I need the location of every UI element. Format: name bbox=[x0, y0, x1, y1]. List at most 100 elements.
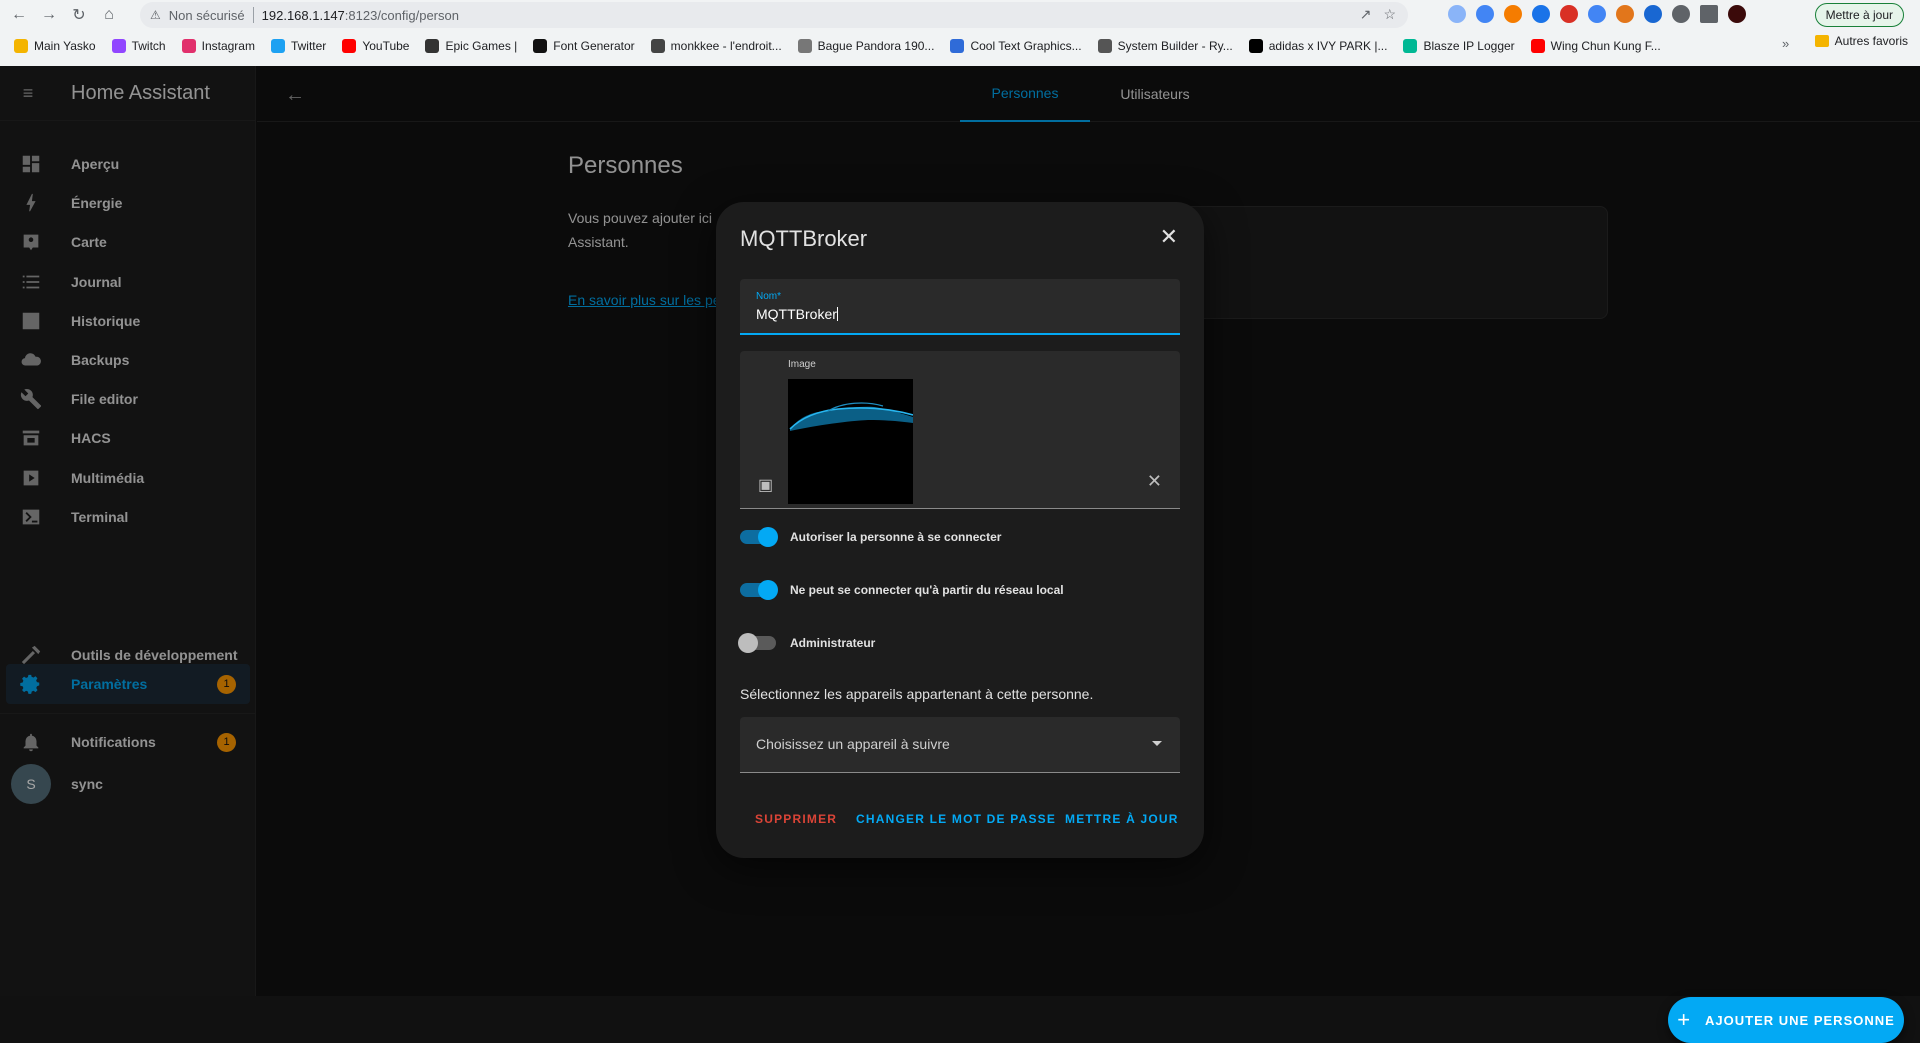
bookmark-item[interactable]: System Builder - Ry... bbox=[1097, 39, 1233, 53]
change-password-button[interactable]: CHANGER LE MOT DE PASSE bbox=[856, 812, 1056, 826]
switch-knob bbox=[738, 633, 758, 653]
toggle-login-row[interactable]: Autoriser la personne à se connecter bbox=[740, 525, 1001, 549]
bookmark-favicon-icon bbox=[1403, 39, 1418, 53]
forward-icon[interactable]: → bbox=[38, 4, 60, 26]
bookmark-label: Font Generator bbox=[553, 39, 635, 53]
dialog-actions: SUPPRIMER CHANGER LE MOT DE PASSE METTRE… bbox=[716, 802, 1204, 838]
omnibox-actions: ↗ ☆ bbox=[1360, 6, 1396, 23]
bookmarks-overflow[interactable]: » bbox=[1782, 36, 1789, 51]
bookmark-favicon-icon bbox=[1530, 39, 1545, 53]
bookmark-label: Cool Text Graphics... bbox=[970, 39, 1082, 53]
browser-update-button[interactable]: Mettre à jour bbox=[1814, 3, 1904, 27]
toggle-local-row[interactable]: Ne peut se connecter qu'à partir du rése… bbox=[740, 578, 1064, 602]
admin-switch[interactable] bbox=[738, 633, 776, 653]
extension-icon[interactable] bbox=[1532, 5, 1550, 23]
bookmarks-bar: Main Yasko Twitch Instagram Twitter YouTube E… bbox=[0, 34, 1920, 58]
bookmark-item[interactable]: YouTube bbox=[342, 39, 409, 53]
dialog-title: MQTTBroker bbox=[740, 226, 868, 251]
local-only-switch[interactable] bbox=[740, 580, 778, 600]
text-caret bbox=[836, 307, 838, 321]
bookmark-item[interactable]: Instagram bbox=[181, 39, 255, 53]
person-dialog: MQTTBroker ✕ Nom* MQTTBroker Image ▣ ✕ A… bbox=[716, 202, 1204, 858]
update-button[interactable]: METTRE À JOUR bbox=[1065, 812, 1179, 826]
admin-switch-label: Administrateur bbox=[790, 636, 876, 650]
bookmark-label: Main Yasko bbox=[34, 39, 96, 53]
bookmark-item[interactable]: Blasze IP Logger bbox=[1403, 39, 1515, 53]
star-icon[interactable]: ☆ bbox=[1383, 6, 1396, 23]
bookmark-favicon-icon bbox=[270, 39, 285, 53]
bookmark-item[interactable]: Epic Games | bbox=[425, 39, 517, 53]
bookmark-item[interactable]: Wing Chun Kung F... bbox=[1530, 39, 1661, 53]
bookmark-label: Instagram bbox=[201, 39, 255, 53]
browser-chrome: ← → ↻ ⌂ ⚠ Non sécurisé 192.168.1.147:812… bbox=[0, 0, 1920, 66]
devices-description: Sélectionnez les appareils appartenant à… bbox=[740, 686, 1094, 702]
bookmark-item[interactable]: Twitter bbox=[270, 39, 327, 53]
other-bookmarks[interactable]: Autres favoris bbox=[1814, 34, 1908, 48]
chevron-down-icon bbox=[1152, 741, 1162, 746]
switch-knob bbox=[758, 527, 778, 547]
url-path: :8123/config/person bbox=[344, 7, 459, 23]
warning-icon: ⚠ bbox=[150, 8, 161, 22]
bookmark-item[interactable]: Bague Pandora 190... bbox=[797, 39, 935, 53]
extension-icon[interactable] bbox=[1448, 5, 1466, 23]
folder-icon bbox=[1814, 35, 1829, 47]
puzzle-icon[interactable] bbox=[1672, 5, 1690, 23]
remove-image-icon[interactable]: ✕ bbox=[1147, 471, 1162, 492]
reload-icon[interactable]: ↻ bbox=[68, 4, 90, 26]
bookmark-label: Bague Pandora 190... bbox=[817, 39, 935, 53]
extension-icon[interactable] bbox=[1588, 5, 1606, 23]
device-select-placeholder: Choisissez un appareil à suivre bbox=[756, 736, 950, 752]
close-icon[interactable]: ✕ bbox=[1160, 226, 1178, 248]
toggle-admin-row[interactable]: Administrateur bbox=[738, 631, 876, 655]
add-person-button[interactable]: + AJOUTER UNE PERSONNE bbox=[1668, 997, 1904, 1043]
bookmark-label: Blasze IP Logger bbox=[1423, 39, 1515, 53]
bookmark-label: Epic Games | bbox=[445, 39, 518, 53]
bookmark-label: adidas x IVY PARK |... bbox=[1268, 39, 1388, 53]
bookmark-favicon-icon bbox=[797, 39, 812, 53]
bookmark-item[interactable]: Main Yasko bbox=[14, 39, 96, 53]
name-field-value: MQTTBroker bbox=[756, 306, 837, 322]
back-icon[interactable]: ← bbox=[8, 4, 30, 26]
login-switch-label: Autoriser la personne à se connecter bbox=[790, 530, 1002, 544]
switch-knob bbox=[758, 580, 778, 600]
bookmark-label: YouTube bbox=[362, 39, 410, 53]
bookmark-favicon-icon bbox=[342, 39, 357, 53]
address-bar[interactable]: ⚠ Non sécurisé 192.168.1.147:8123/config… bbox=[140, 2, 1408, 28]
bookmark-favicon-icon bbox=[533, 39, 548, 53]
bookmark-label: Twitter bbox=[290, 39, 327, 53]
bookmark-favicon-icon bbox=[181, 39, 196, 53]
bookmark-item[interactable]: Cool Text Graphics... bbox=[950, 39, 1082, 53]
bookmark-favicon-icon bbox=[950, 39, 965, 53]
extension-icon[interactable] bbox=[1476, 5, 1494, 23]
sidepanel-icon[interactable] bbox=[1700, 5, 1718, 23]
device-select[interactable]: Choisissez un appareil à suivre bbox=[740, 717, 1180, 773]
share-icon[interactable]: ↗ bbox=[1360, 6, 1372, 23]
delete-button[interactable]: SUPPRIMER bbox=[755, 812, 837, 826]
bookmark-favicon-icon bbox=[650, 39, 665, 53]
bookmark-favicon-icon bbox=[14, 39, 28, 53]
bookmark-item[interactable]: Font Generator bbox=[533, 39, 635, 53]
bookmark-favicon-icon bbox=[425, 39, 440, 53]
name-field-label: Nom* bbox=[756, 291, 782, 302]
bookmark-item[interactable]: monkkee - l'endroit... bbox=[650, 39, 782, 53]
address-separator bbox=[252, 7, 254, 23]
profile-icon[interactable] bbox=[1728, 5, 1746, 23]
metamask-icon[interactable] bbox=[1616, 5, 1634, 23]
name-field[interactable]: Nom* MQTTBroker bbox=[740, 279, 1180, 335]
bookmark-item[interactable]: Twitch bbox=[111, 39, 166, 53]
bookmark-item[interactable]: adidas x IVY PARK |... bbox=[1248, 39, 1388, 53]
bookmark-label: Wing Chun Kung F... bbox=[1550, 39, 1661, 53]
add-image-icon[interactable]: ▣ bbox=[758, 475, 773, 495]
login-switch[interactable] bbox=[740, 527, 778, 547]
bookmark-favicon-icon bbox=[1248, 39, 1263, 53]
extension-icon[interactable] bbox=[1560, 5, 1578, 23]
bookmark-label: System Builder - Ry... bbox=[1117, 39, 1233, 53]
extension-icon[interactable] bbox=[1504, 5, 1522, 23]
plus-icon: + bbox=[1677, 1007, 1692, 1032]
person-image[interactable] bbox=[788, 379, 913, 504]
extension-icon[interactable] bbox=[1644, 5, 1662, 23]
other-bookmarks-label: Autres favoris bbox=[1834, 34, 1908, 48]
car-silhouette-icon bbox=[788, 379, 913, 504]
bookmark-favicon-icon bbox=[111, 39, 126, 53]
home-icon[interactable]: ⌂ bbox=[98, 4, 120, 26]
